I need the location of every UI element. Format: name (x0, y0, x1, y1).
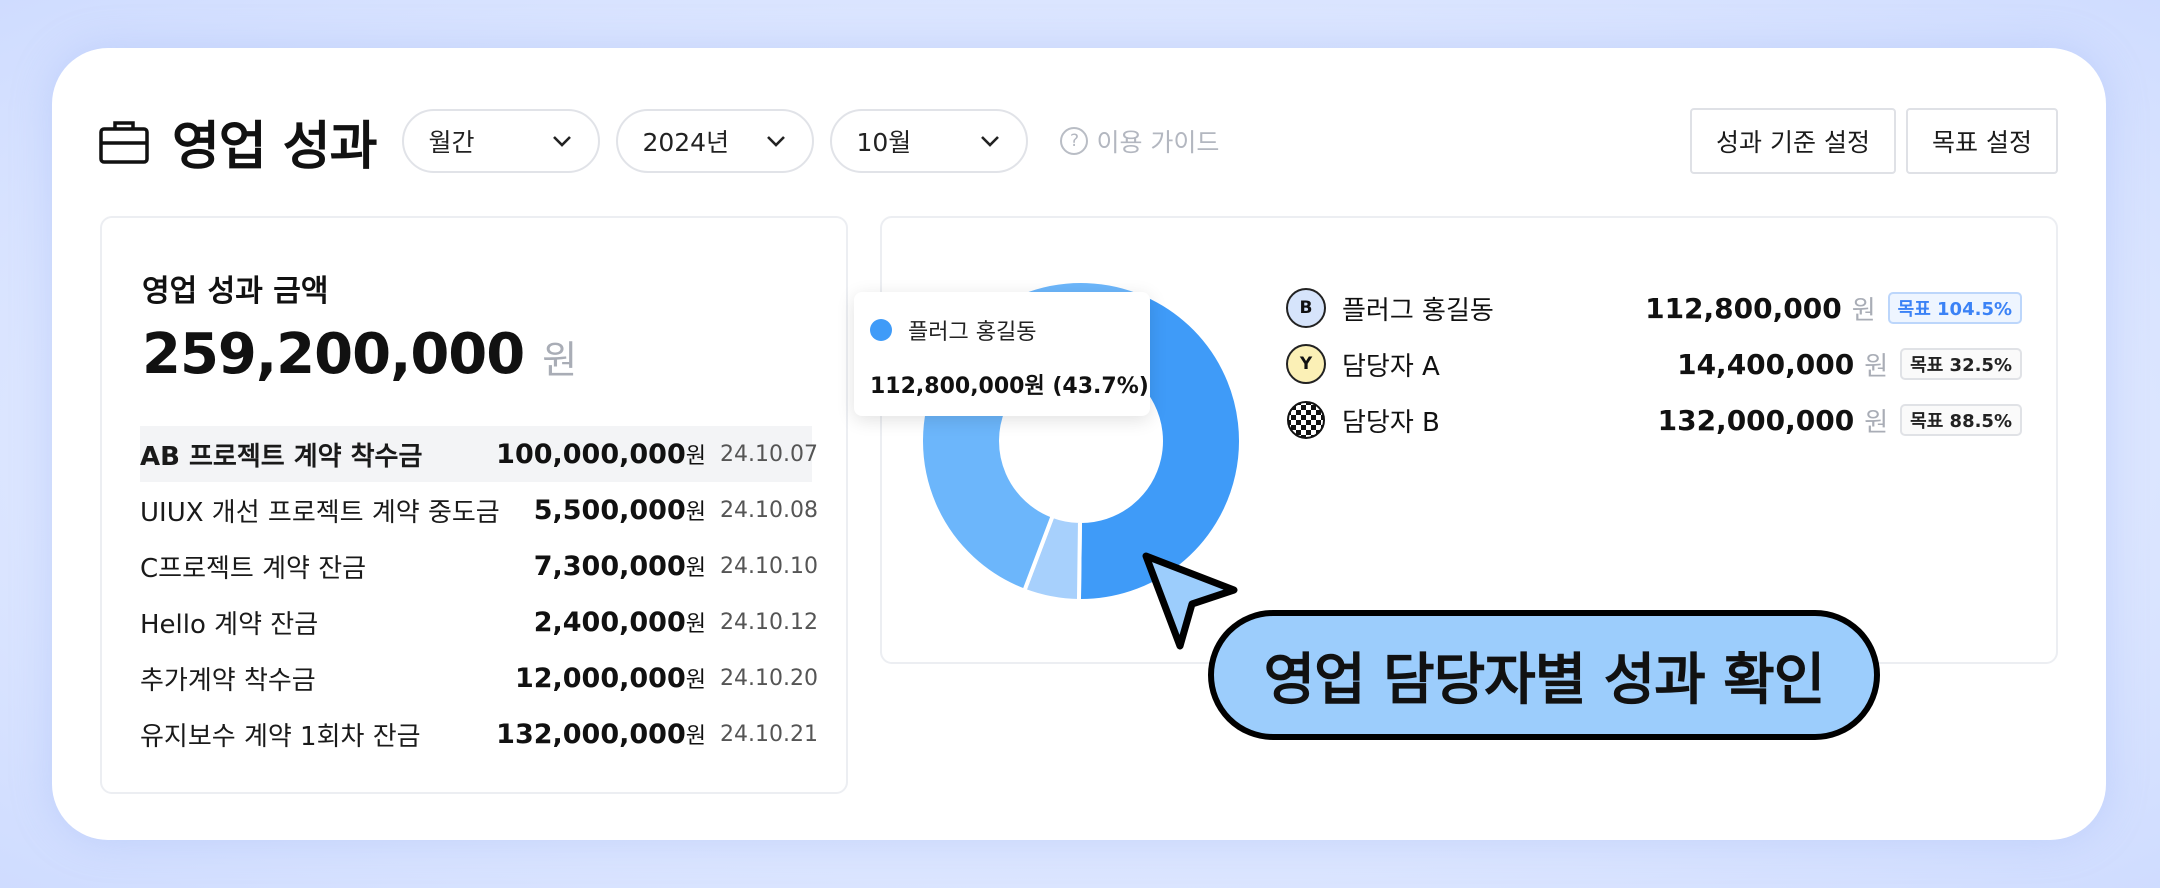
chevron-down-icon (767, 136, 786, 147)
manager-unit: 원 (1864, 351, 1889, 382)
item-unit: 원 (685, 668, 706, 693)
goal-badge: 목표 104.5% (1887, 292, 2022, 324)
callout-banner: 영업 담당자별 성과 확인 (1208, 610, 1880, 740)
legend-row[interactable]: 담당자 B 132,000,000 원 목표 88.5% (1286, 392, 2022, 448)
page-title: 영업 성과 (172, 116, 377, 177)
guide-label: 이용 가이드 (1096, 128, 1220, 157)
year-select-value: 2024년 (642, 128, 730, 157)
manager-name: 담당자 B (1342, 407, 1440, 438)
item-unit: 원 (685, 444, 706, 469)
avatar: B (1286, 288, 1326, 328)
legend-row[interactable]: Y 담당자 A 14,400,000 원 목표 32.5% (1286, 336, 2022, 392)
item-name: C프로젝트 계약 잔금 (140, 553, 367, 584)
item-amount: 5,500,000 (533, 494, 686, 526)
list-item[interactable]: UIUX 개선 프로젝트 계약 중도금 5,500,000 원 24.10.08 (140, 482, 818, 538)
list-item[interactable]: AB 프로젝트 계약 착수금 100,000,000 원 24.10.07 (140, 426, 818, 482)
legend-row[interactable]: B 플러그 홍길동 112,800,000 원 목표 104.5% (1286, 280, 2022, 336)
manager-unit: 원 (1864, 407, 1889, 438)
item-name: Hello 계약 잔금 (140, 609, 319, 640)
month-select-value: 10월 (856, 128, 912, 157)
item-unit: 원 (685, 556, 706, 581)
criteria-settings-button[interactable]: 성과 기준 설정 (1690, 108, 1896, 174)
item-amount: 7,300,000 (533, 550, 686, 582)
sales-amount-panel: 영업 성과 금액 259,200,000 원 AB 프로젝트 계약 착수금 10… (100, 216, 848, 794)
total-amount-value: 259,200,000 (142, 322, 525, 387)
total-amount-unit: 원 (542, 338, 578, 382)
period-select[interactable]: 월간 (402, 109, 601, 173)
item-date: 24.10.08 (720, 497, 818, 523)
manager-amount: 14,400,000 (1677, 347, 1855, 381)
briefcase-icon (99, 121, 149, 164)
list-item[interactable]: 유지보수 계약 1회차 잔금 132,000,000 원 24.10.21 (140, 706, 818, 762)
panel-title: 영업 성과 금액 (142, 274, 329, 309)
manager-amount: 132,000,000 (1657, 403, 1855, 437)
goal-badge: 목표 88.5% (1900, 404, 2022, 436)
goal-settings-button[interactable]: 목표 설정 (1906, 108, 2058, 174)
item-name: UIUX 개선 프로젝트 계약 중도금 (140, 497, 500, 528)
manager-name: 플러그 홍길동 (1342, 295, 1494, 326)
list-item[interactable]: C프로젝트 계약 잔금 7,300,000 원 24.10.10 (140, 538, 818, 594)
checkered-avatar-icon (1287, 401, 1325, 439)
tooltip-name: 플러그 홍길동 (908, 320, 1037, 345)
item-date: 24.10.07 (720, 441, 818, 467)
cursor-pointer-icon (1142, 552, 1238, 650)
item-date: 24.10.10 (720, 553, 818, 579)
item-date: 24.10.20 (720, 665, 818, 691)
item-unit: 원 (685, 724, 706, 749)
manager-legend: B 플러그 홍길동 112,800,000 원 목표 104.5% Y 담당자 … (1286, 280, 2022, 448)
list-item[interactable]: 추가계약 착수금 12,000,000 원 24.10.20 (140, 650, 818, 706)
goal-badge: 목표 32.5% (1900, 348, 2022, 380)
manager-unit: 원 (1851, 295, 1876, 326)
item-amount: 100,000,000 (496, 438, 686, 470)
chart-tooltip: 플러그 홍길동 112,800,000원 (43.7%) (854, 292, 1150, 416)
month-select[interactable]: 10월 (830, 109, 1029, 173)
item-amount: 2,400,000 (533, 606, 686, 638)
list-item[interactable]: Hello 계약 잔금 2,400,000 원 24.10.12 (140, 594, 818, 650)
item-name: 유지보수 계약 1회차 잔금 (140, 721, 421, 752)
item-date: 24.10.12 (720, 609, 818, 635)
item-unit: 원 (685, 612, 706, 637)
header: 영업 성과 월간 2024년 10월 ? 이용 가이드 (98, 108, 1219, 177)
series-dot (870, 319, 892, 341)
item-unit: 원 (685, 500, 706, 525)
total-amount: 259,200,000 원 (142, 322, 577, 387)
manager-amount: 112,800,000 (1645, 291, 1842, 325)
period-select-value: 월간 (428, 128, 475, 157)
manager-name: 담당자 A (1342, 351, 1440, 382)
tooltip-value: 112,800,000원 (43.7%) (870, 374, 1149, 399)
avatar: Y (1286, 344, 1326, 384)
transaction-list: AB 프로젝트 계약 착수금 100,000,000 원 24.10.07 UI… (140, 426, 818, 762)
item-name: AB 프로젝트 계약 착수금 (140, 441, 423, 472)
item-name: 추가계약 착수금 (140, 665, 316, 696)
chevron-down-icon (553, 136, 572, 147)
item-amount: 12,000,000 (514, 662, 686, 694)
guide-link[interactable]: ? 이용 가이드 (1060, 123, 1219, 159)
year-select[interactable]: 2024년 (616, 109, 815, 173)
help-icon: ? (1060, 127, 1089, 155)
item-amount: 132,000,000 (496, 718, 686, 750)
item-date: 24.10.21 (720, 721, 818, 747)
chevron-down-icon (981, 136, 1000, 147)
